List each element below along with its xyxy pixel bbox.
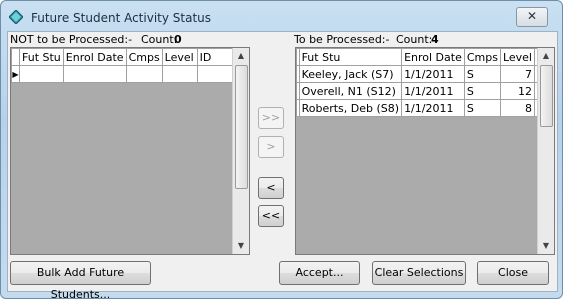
right-caption: To be Processed:- — [294, 33, 390, 46]
move-left-button[interactable]: < — [258, 177, 284, 199]
cell-cmps[interactable]: S — [463, 82, 501, 100]
app-diamond-icon — [9, 10, 23, 24]
close-button[interactable]: Close — [477, 261, 549, 285]
scroll-down-icon[interactable]: ▼ — [233, 238, 249, 254]
move-right-button[interactable]: > — [258, 136, 284, 158]
clear-selections-button[interactable]: Clear Selections — [372, 261, 466, 285]
cell-cmps[interactable]: S — [463, 65, 501, 83]
column-header-enrol-date[interactable]: Enrol Date — [401, 48, 465, 66]
cell-enrol-date[interactable]: 1/1/2011 — [401, 65, 465, 83]
table-header-row: Fut Stu Enrol Date Cmps Level ID — [296, 48, 554, 66]
move-all-right-button[interactable]: >> — [258, 107, 284, 129]
left-caption: NOT to be Processed:- — [10, 33, 133, 46]
table-row[interactable]: Roberts, Deb (S8) 1/1/2011 S 8 99 — [296, 99, 554, 117]
column-header-cmps[interactable]: Cmps — [125, 48, 163, 66]
cell-fut-stu[interactable]: Overell, N1 (S12) — [298, 82, 403, 100]
window-title: Future Student Activity Status — [31, 11, 212, 25]
dialog-body: NOT to be Processed:- Count: 0 To be Pro… — [7, 31, 558, 298]
right-count-label: Count: — [396, 33, 433, 46]
column-header-level[interactable]: Level — [161, 48, 198, 66]
left-count-value: 0 — [174, 33, 182, 46]
table-row[interactable]: Keeley, Jack (S7) 1/1/2011 S 7 11 — [296, 65, 554, 83]
scroll-thumb[interactable] — [540, 65, 553, 127]
cell-level[interactable]: 8 — [499, 99, 536, 117]
cell[interactable] — [161, 65, 198, 83]
cell-fut-stu[interactable]: Keeley, Jack (S7) — [298, 65, 403, 83]
to-be-processed-table: Fut Stu Enrol Date Cmps Level ID Keeley,… — [296, 48, 554, 117]
left-count-label: Count: — [141, 33, 178, 46]
to-be-processed-grid[interactable]: Fut Stu Enrol Date Cmps Level ID Keeley,… — [295, 47, 555, 255]
table-header-row: Fut Stu Enrol Date Cmps Level ID — [11, 48, 239, 66]
title-bar[interactable]: Future Student Activity Status ✕ — [1, 1, 562, 31]
scroll-up-icon[interactable]: ▲ — [538, 48, 554, 64]
cell[interactable] — [62, 65, 127, 83]
column-header-fut-stu[interactable]: Fut Stu — [19, 48, 64, 66]
right-vertical-scrollbar[interactable]: ▲ ▼ — [537, 48, 554, 254]
scroll-down-icon[interactable]: ▼ — [538, 238, 554, 254]
column-header-cmps[interactable]: Cmps — [463, 48, 501, 66]
not-processed-table: Fut Stu Enrol Date Cmps Level ID ▶ — [11, 48, 239, 83]
not-processed-grid[interactable]: Fut Stu Enrol Date Cmps Level ID ▶ ▲ ▼ — [10, 47, 250, 255]
column-header-enrol-date[interactable]: Enrol Date — [62, 48, 127, 66]
current-row-indicator-icon: ▶ — [11, 65, 20, 83]
cell-enrol-date[interactable]: 1/1/2011 — [401, 82, 465, 100]
cell[interactable] — [19, 65, 64, 83]
left-vertical-scrollbar[interactable]: ▲ ▼ — [232, 48, 249, 254]
cell[interactable] — [125, 65, 163, 83]
cell-cmps[interactable]: S — [463, 99, 501, 117]
column-header-fut-stu[interactable]: Fut Stu — [298, 48, 403, 66]
cell-level[interactable]: 12 — [499, 82, 536, 100]
dialog-window: Future Student Activity Status ✕ NOT to … — [0, 0, 563, 299]
row-selector-header — [11, 48, 20, 66]
cell-level[interactable]: 7 — [499, 65, 536, 83]
accept-button[interactable]: Accept... — [279, 261, 360, 285]
cell-enrol-date[interactable]: 1/1/2011 — [401, 99, 465, 117]
bulk-add-future-students-button[interactable]: Bulk Add Future Students... — [10, 261, 151, 298]
scroll-thumb[interactable] — [235, 65, 248, 189]
scroll-up-icon[interactable]: ▲ — [233, 48, 249, 64]
new-row[interactable]: ▶ — [11, 65, 239, 83]
right-count-value: 4 — [431, 33, 439, 46]
column-header-level[interactable]: Level — [499, 48, 536, 66]
table-row[interactable]: Overell, N1 (S12) 1/1/2011 S 12 00 — [296, 82, 554, 100]
window-close-button[interactable]: ✕ — [516, 7, 548, 27]
cell-fut-stu[interactable]: Roberts, Deb (S8) — [298, 99, 403, 117]
move-all-left-button[interactable]: << — [258, 205, 284, 227]
